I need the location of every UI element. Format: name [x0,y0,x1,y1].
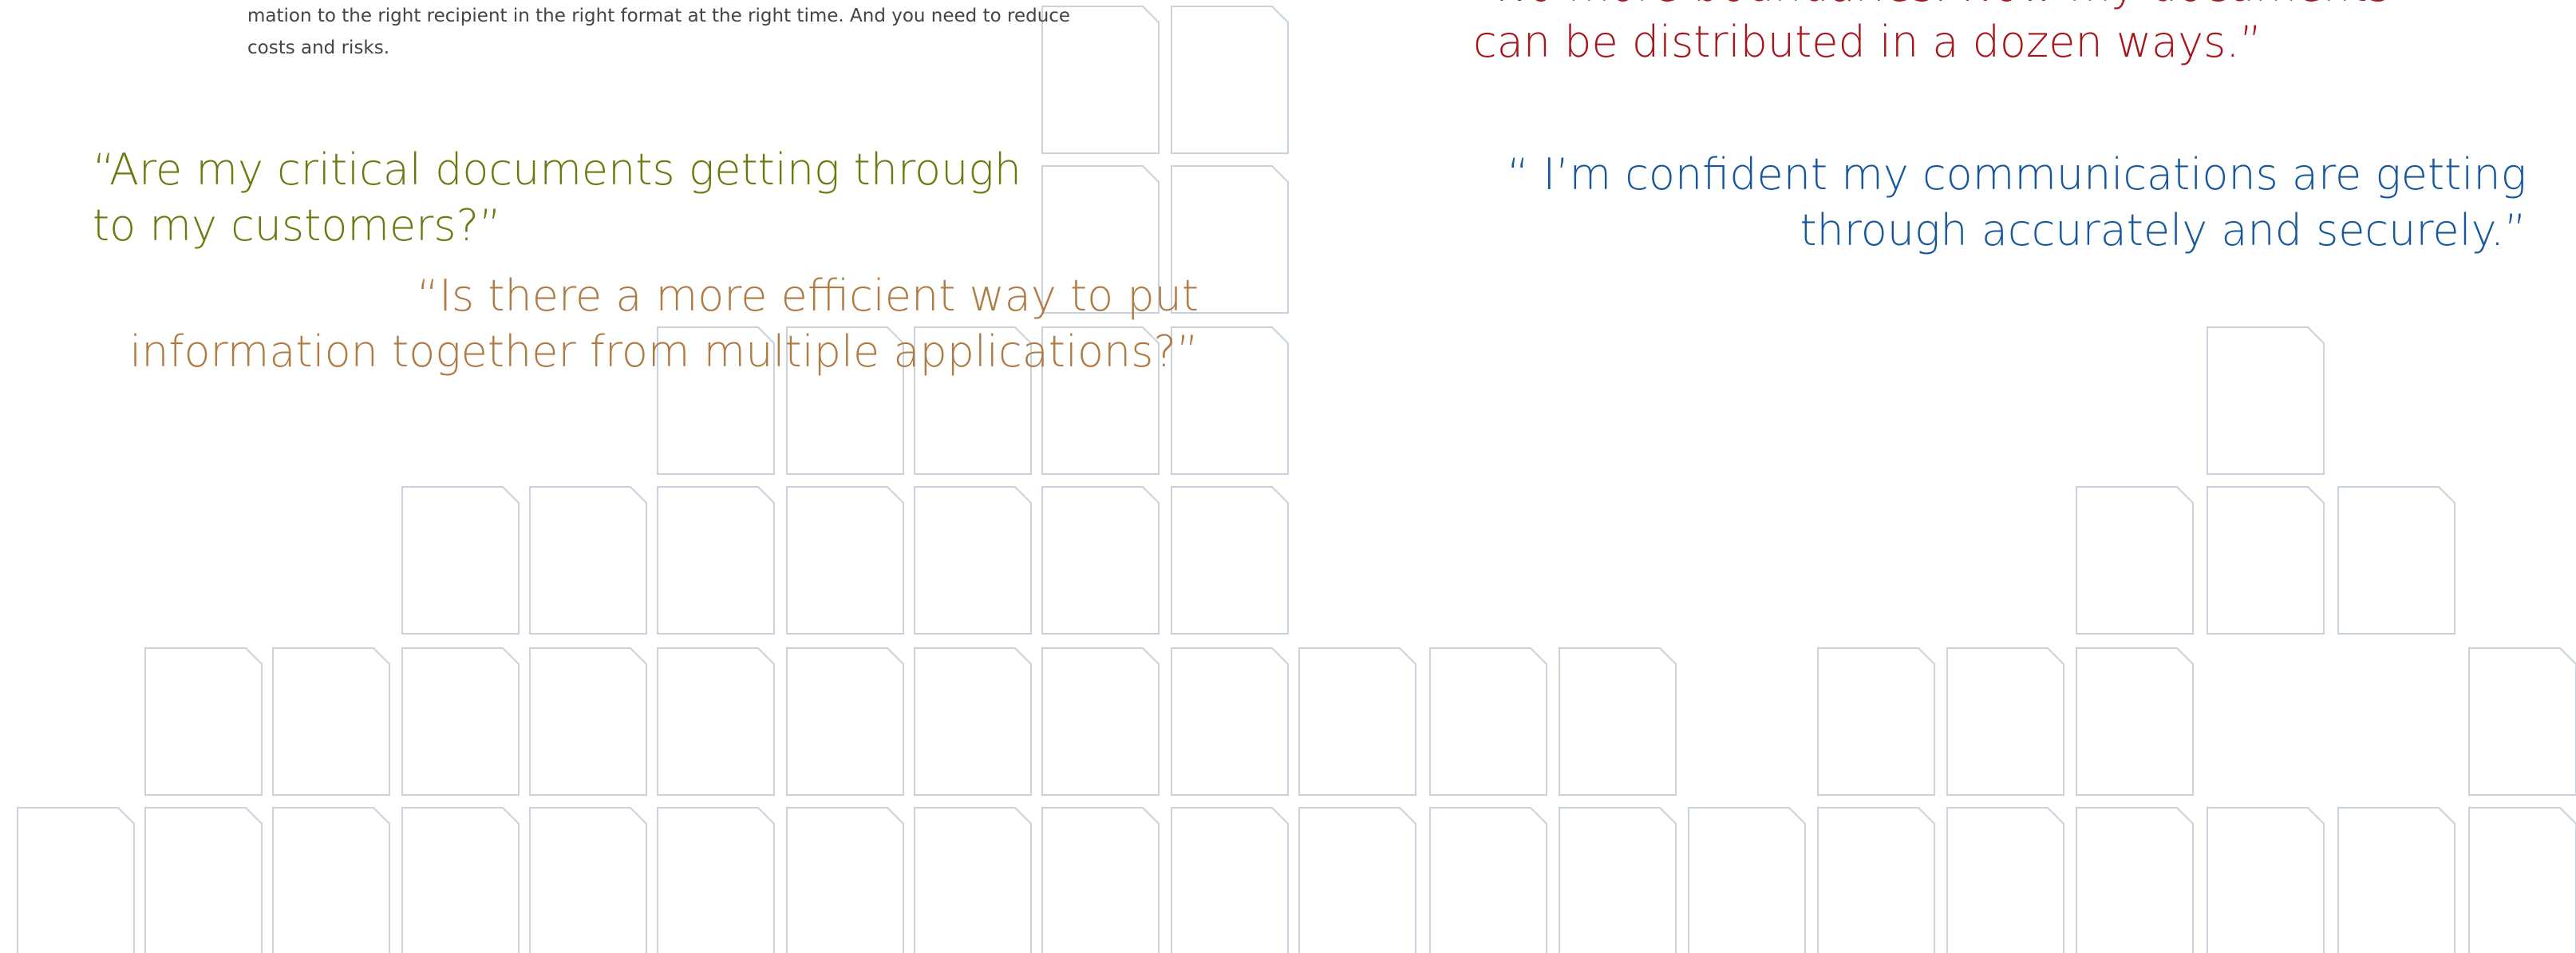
quote-line: “ I’m confident my communications are ge… [1507,149,2527,200]
photo-document-tile [529,647,647,796]
photo-document-tile [786,486,904,635]
photo-document-tile [2337,807,2455,953]
blank-document-tile [1429,807,1547,953]
quote-confident: “ I’m confident my communications are ge… [1507,147,2527,259]
blank-document-tile [1688,807,1806,953]
photo-document-tile [2076,486,2194,635]
blank-document-tile [1817,647,1935,796]
photo-document-tile [914,486,1032,635]
quote-line: “Are my critical documents getting throu… [93,144,1021,195]
blank-document-tile [17,807,135,953]
photo-document-tile [2337,486,2455,635]
quote-line: information together from multiple appli… [129,326,1199,377]
blank-document-tile [401,486,520,635]
photo-document-tile [786,807,904,953]
blank-document-tile [1298,807,1416,953]
blank-document-tile [1171,6,1289,154]
photo-document-tile [1041,486,1160,635]
quote-critical-documents: “Are my critical documents getting throu… [93,142,1021,254]
blank-document-tile [1298,647,1416,796]
quote-line: through accurately and securely.” [1800,205,2527,255]
photo-document-tile [1171,486,1289,635]
photo-document-tile [1946,807,2064,953]
brochure-spread: mation to the right recipient in the rig… [0,0,2576,953]
blank-document-tile [272,807,390,953]
blank-document-tile [1429,647,1547,796]
photo-document-tile [2207,486,2325,635]
photo-document-tile [2468,647,2576,796]
quote-efficient-way: “Is there a more efficient way to put in… [129,268,1199,380]
photo-document-tile [2207,807,2325,953]
blank-document-tile [529,486,647,635]
intro-paragraph-line: mation to the right recipient in the rig… [247,6,1071,26]
photo-document-tile [914,647,1032,796]
blank-document-tile [1559,807,1677,953]
photo-document-tile [914,807,1032,953]
photo-document-tile [1171,807,1289,953]
photo-document-tile [657,486,775,635]
photo-document-tile [529,807,647,953]
quote-line: “Is there a more efficient way to put [417,271,1199,321]
quote-line: can be distributed in a dozen ways.” [1473,17,2262,67]
photo-document-tile [1041,647,1160,796]
quote-line: “No more boundaries. Now my documents [1473,0,2390,14]
blank-document-tile [144,807,263,953]
intro-paragraph-line: costs and risks. [247,38,390,58]
photo-document-tile [786,647,904,796]
photo-document-tile [657,647,775,796]
photo-document-tile [1041,807,1160,953]
photo-document-tile [1946,647,2064,796]
intro-paragraph: mation to the right recipient in the rig… [247,0,1074,64]
photo-document-tile [1171,647,1289,796]
blank-document-tile [401,647,520,796]
photo-document-tile [401,807,520,953]
blank-document-tile [144,647,263,796]
photo-document-tile [657,807,775,953]
blank-document-tile [272,647,390,796]
photo-document-tile [2076,807,2194,953]
quote-line: to my customers?” [93,200,502,251]
photo-document-tile [2076,647,2194,796]
blank-document-tile [1559,647,1677,796]
quote-no-more-boundaries: “No more boundaries. Now my documents ca… [1473,0,2390,70]
photo-document-tile [2468,807,2576,953]
blank-document-tile [1817,807,1935,953]
blank-document-tile [2207,326,2325,475]
